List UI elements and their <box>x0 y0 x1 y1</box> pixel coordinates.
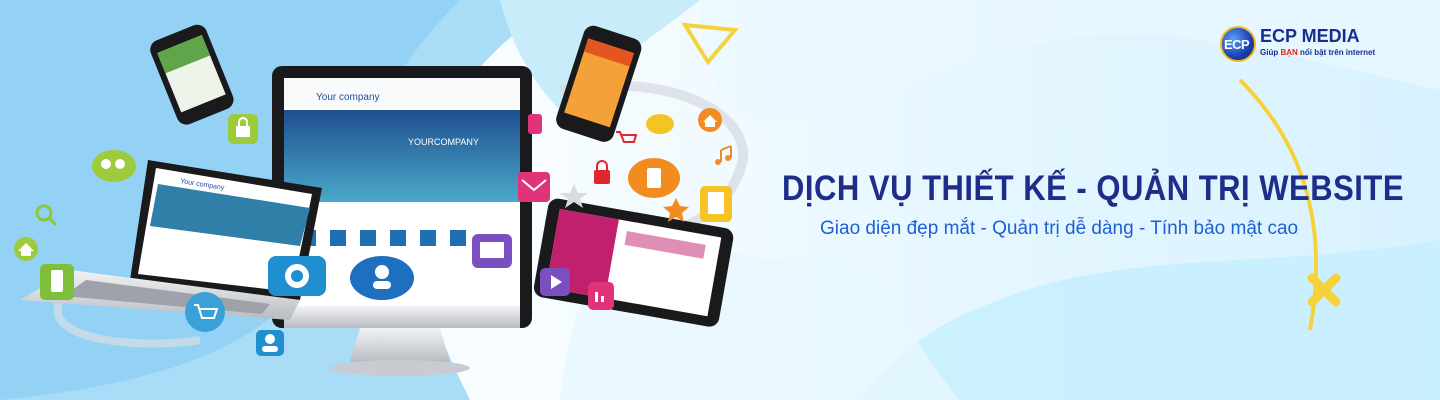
calculator-icon <box>700 186 732 222</box>
mobile-icon-red <box>528 114 542 134</box>
logo-mark-icon: ECP <box>1220 26 1256 62</box>
chart-icon <box>588 282 614 310</box>
user-icon <box>256 330 284 356</box>
music-icon <box>715 145 732 165</box>
lock-icon-red <box>594 160 610 184</box>
lock-icon <box>228 114 258 144</box>
subline: Giao diện đẹp mắt - Quản trị dễ dàng - T… <box>820 218 1299 239</box>
mail-icon <box>518 172 550 202</box>
search-icon <box>35 204 58 227</box>
play-icon <box>540 268 570 296</box>
home-icon <box>14 237 38 261</box>
cloud-phone-icon <box>628 158 680 198</box>
chat-icon <box>472 234 512 268</box>
cart-icon <box>185 292 225 332</box>
cart-icon-red <box>616 131 638 143</box>
small-cloud-icon <box>646 114 674 134</box>
banner: Your company YOURCOMPANY Your company EC… <box>0 0 1440 400</box>
brand-name: ECP MEDIA <box>1260 26 1360 46</box>
star-icon <box>560 184 588 208</box>
users-icon <box>92 150 136 182</box>
headline: DỊCH VỤ THIẾT KẾ - QUẢN TRỊ WEBSITE <box>782 168 1404 209</box>
brand-logo[interactable]: ECP ECP MEDIA Giúp BẠN nổi bật trên inte… <box>1220 24 1420 64</box>
cloud-icon <box>350 256 414 300</box>
star-icon-orange <box>663 198 689 222</box>
brand-tagline: Giúp BẠN nổi bật trên internet <box>1260 48 1376 57</box>
phone-icon <box>40 264 74 300</box>
globe-icon <box>268 256 326 296</box>
home-icon-orange <box>698 108 722 132</box>
